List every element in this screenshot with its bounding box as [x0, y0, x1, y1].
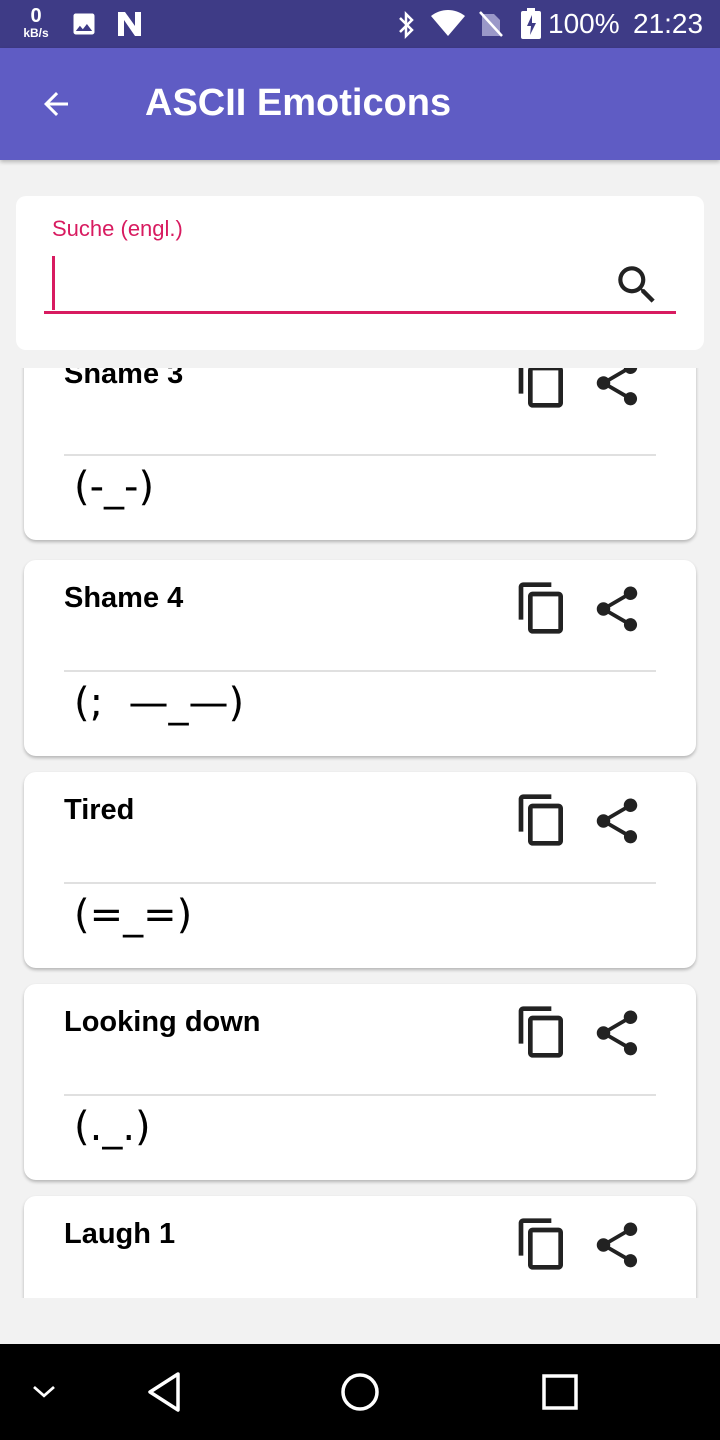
card-divider [64, 670, 656, 672]
battery-percentage: 100% [548, 8, 620, 39]
nav-back-button[interactable] [134, 1362, 194, 1422]
search-icon[interactable] [612, 260, 662, 310]
nav-recents-button[interactable] [530, 1362, 590, 1422]
emoticon-card[interactable]: Looking down (._.) [24, 984, 696, 1180]
wifi-icon [431, 10, 465, 36]
emoticon-card[interactable]: Shame 3 (-_-) [24, 368, 696, 540]
clock: 21:23 [633, 8, 704, 39]
emoticon-title: Looking down [64, 1006, 261, 1038]
search-label: Suche (engl.) [52, 216, 183, 241]
battery-icon [521, 8, 541, 39]
card-divider [64, 882, 656, 884]
copy-icon[interactable] [514, 792, 570, 848]
chevron-down-icon [33, 1385, 55, 1398]
network-speed-value: 0 [30, 5, 42, 27]
no-sim-icon [479, 11, 503, 37]
n-icon [118, 12, 141, 36]
hide-nav-button[interactable] [14, 1362, 74, 1422]
text-cursor [52, 256, 55, 310]
arrow-back-icon [44, 92, 68, 116]
emoticon-card[interactable]: Tired (=_=) [24, 772, 696, 968]
bluetooth-icon [399, 10, 414, 40]
nav-home-button[interactable] [330, 1362, 390, 1422]
emoticon-title: Shame 4 [64, 582, 184, 614]
navigation-bar [0, 1344, 720, 1440]
card-divider [64, 1094, 656, 1096]
emoticon-card[interactable]: Shame 4 (; —_—) [24, 560, 696, 756]
emoticon-list[interactable]: Shame 3 (-_-) Shame 4 (; —_—) Tired (=_=… [0, 368, 720, 1298]
home-circle-icon [341, 1373, 379, 1411]
share-icon[interactable] [590, 368, 644, 410]
network-speed: 0 kB/s [18, 6, 54, 39]
emoticon-title: Shame 3 [64, 368, 184, 390]
emoticon-title: Laugh 1 [64, 1218, 176, 1250]
copy-icon[interactable] [514, 368, 570, 410]
copy-icon[interactable] [514, 580, 570, 636]
back-button[interactable] [26, 74, 86, 134]
emoticon-text: (-_-) [74, 464, 155, 510]
card-divider [64, 454, 656, 456]
share-icon[interactable] [590, 582, 644, 636]
emoticon-text: (=_=) [74, 892, 193, 938]
share-icon[interactable] [590, 1218, 644, 1272]
search-input[interactable] [44, 254, 676, 314]
share-icon[interactable] [590, 794, 644, 848]
search-card: Suche (engl.) [16, 196, 704, 350]
emoticon-text: (._.) [74, 1104, 151, 1150]
network-speed-unit: kB/s [23, 26, 49, 40]
recents-square-icon [542, 1374, 578, 1410]
back-triangle-icon [148, 1372, 180, 1412]
copy-icon[interactable] [514, 1216, 570, 1272]
image-icon [73, 13, 95, 35]
copy-icon[interactable] [514, 1004, 570, 1060]
emoticon-text: (; —_—) [74, 680, 245, 726]
app-bar: ASCII Emoticons [0, 48, 720, 160]
emoticon-card[interactable]: Laugh 1 [24, 1196, 696, 1298]
emoticon-title: Tired [64, 794, 135, 826]
page-title: ASCII Emoticons [145, 82, 452, 124]
share-icon[interactable] [590, 1006, 644, 1060]
status-bar: 0 kB/s 100% 21:23 [0, 0, 720, 48]
